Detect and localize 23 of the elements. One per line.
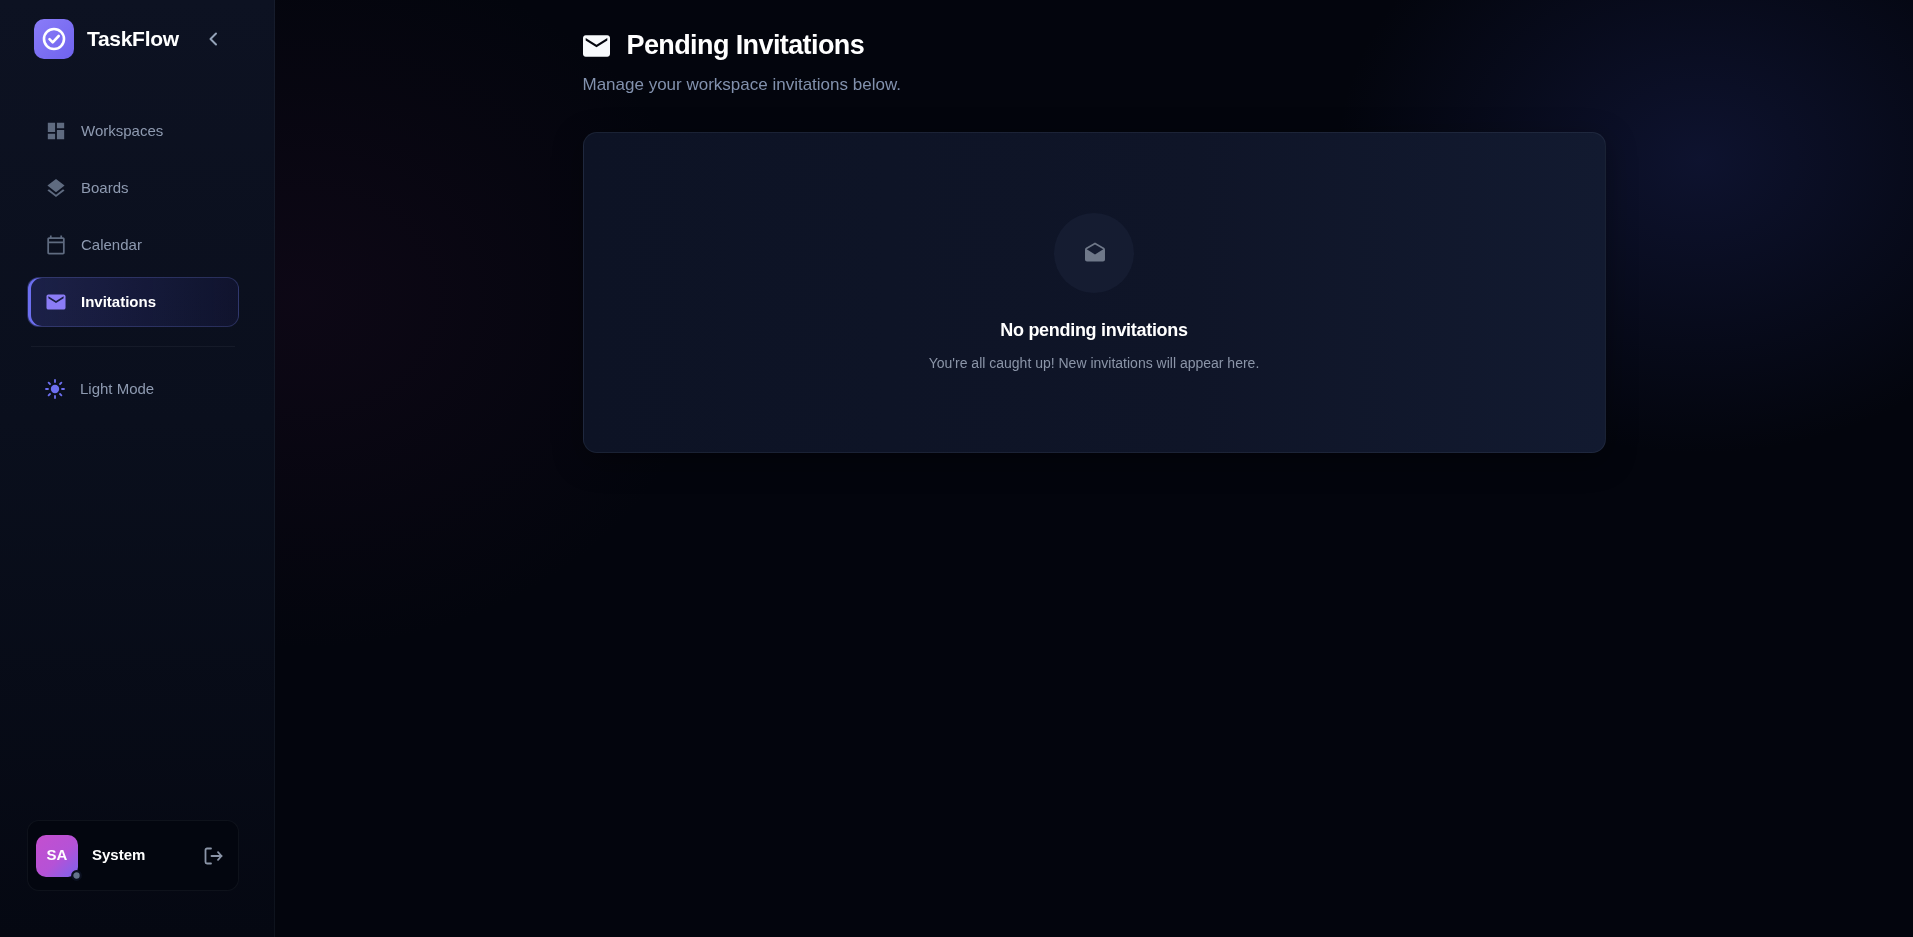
nav-item[interactable]: Calendar [27,220,239,270]
logout-icon [204,846,223,865]
empty-state-message: You're all caught up! New invitations will appear here. [928,353,1260,373]
brand-name: TaskFlow [87,26,179,53]
user-avatar: SA [36,834,78,877]
logo-icon [34,19,74,59]
sun-icon [45,379,65,399]
nav-item[interactable]: Workspaces [27,106,239,156]
nav-item[interactable]: Invitations [27,277,239,327]
page-subtitle: Manage your workspace invitations below. [582,73,902,96]
calendar-icon [46,235,66,255]
envelope-icon [46,292,66,312]
layers-icon [46,178,66,198]
light-mode-toggle[interactable]: Light Mode [27,364,239,414]
open-envelope-icon [1054,213,1134,294]
page-title: Pending Invitations [626,29,865,62]
logout-button[interactable] [204,846,223,865]
user-name: System [92,845,147,866]
grid-icon [46,121,66,141]
chevron-left-icon [207,32,218,46]
envelope-icon [582,34,610,57]
nav-item[interactable]: Boards [27,163,239,213]
empty-state-title: No pending invitations [1000,320,1188,342]
